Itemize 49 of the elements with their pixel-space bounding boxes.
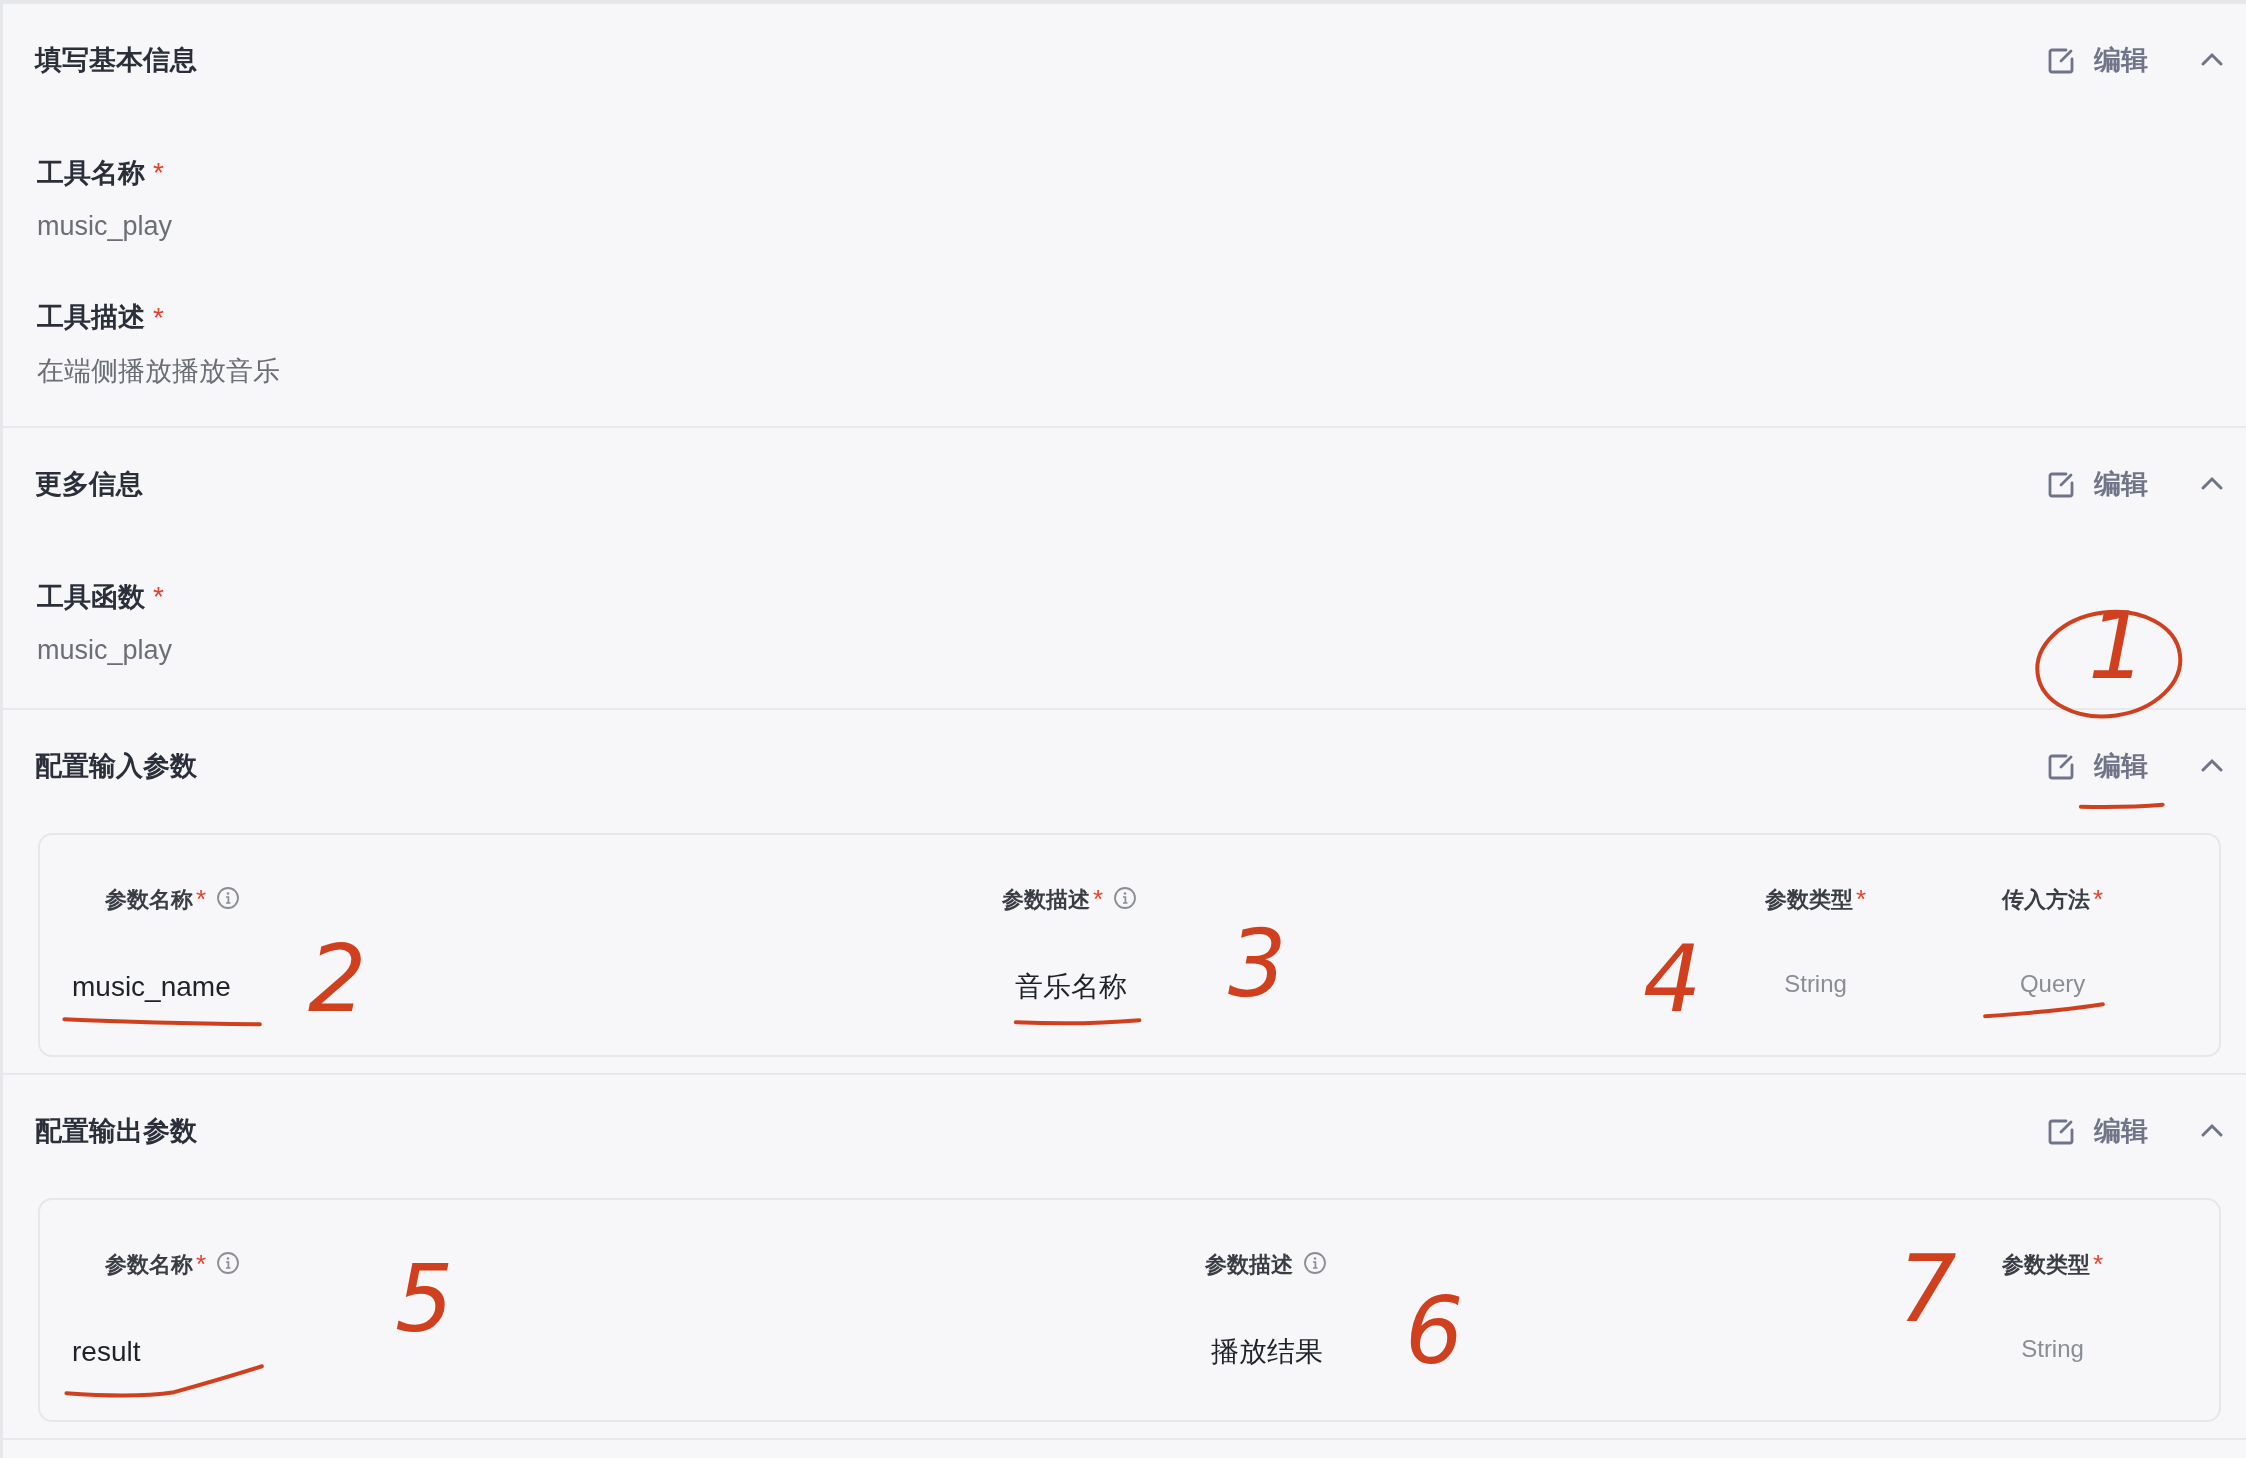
edit-button[interactable]: 编辑 — [2046, 463, 2148, 505]
field-label: 工具函数 — [37, 580, 145, 614]
required-mark: * — [1093, 886, 1104, 912]
parameter-value: result — [72, 1335, 142, 1369]
field-value: 在端侧播放播放音乐 — [37, 354, 280, 388]
edit-icon — [2046, 1117, 2074, 1145]
field-label: 工具描述 — [37, 301, 145, 335]
field-label: 传入方法 — [2002, 885, 2090, 914]
handwritten-number: 2 — [308, 934, 367, 1026]
required-mark: * — [196, 1251, 207, 1277]
edit-icon — [2046, 470, 2074, 498]
field-value: music_play — [37, 210, 173, 243]
required-mark: * — [1856, 886, 1867, 912]
parameter-value: 音乐名称 — [1015, 970, 1128, 1004]
required-mark: * — [2093, 1251, 2104, 1277]
handwritten-number: 3 — [1228, 919, 1287, 1011]
required-mark: * — [2093, 886, 2104, 912]
field-label: 参数类型 — [2002, 1250, 2090, 1279]
edit-icon — [2046, 46, 2074, 74]
field-label: 参数描述 — [1205, 1250, 1293, 1279]
parameter-value: String — [2021, 1334, 2084, 1364]
section-title: 配置输入参数 — [35, 749, 198, 783]
handwritten-number: 7 — [1898, 1244, 1957, 1336]
parameter-value: music_name — [72, 970, 232, 1004]
handwritten-number: 4 — [1643, 934, 1702, 1026]
handwritten-number: 5 — [395, 1254, 454, 1346]
required-mark: * — [153, 580, 164, 614]
field-value: music_play — [37, 634, 173, 667]
edit-button[interactable]: 编辑 — [2046, 39, 2148, 81]
required-mark: * — [153, 300, 164, 335]
section-title: 填写基本信息 — [35, 43, 198, 77]
edit-button[interactable]: 编辑 — [2046, 1110, 2148, 1152]
handwritten-number: 6 — [1405, 1286, 1464, 1378]
section-title: 配置输出参数 — [35, 1114, 198, 1148]
field-label: 参数类型 — [1765, 885, 1853, 914]
edit-icon — [2046, 752, 2074, 780]
field-label: 参数名称 — [105, 885, 193, 914]
field-label: 参数描述 — [1002, 885, 1090, 914]
parameter-value: Query — [2019, 969, 2086, 999]
edit-button[interactable]: 编辑 — [2046, 745, 2148, 787]
info-icon[interactable] — [1303, 1251, 1329, 1277]
field-label: 参数名称 — [105, 1250, 193, 1279]
required-mark: * — [153, 156, 164, 190]
parameter-value: 播放结果 — [1211, 1335, 1323, 1369]
field-label: 工具名称 — [37, 156, 145, 190]
required-mark: * — [196, 886, 207, 912]
handwritten-number: 1 — [2088, 601, 2147, 693]
section-title: 更多信息 — [35, 467, 144, 501]
parameter-value: String — [1784, 969, 1847, 999]
